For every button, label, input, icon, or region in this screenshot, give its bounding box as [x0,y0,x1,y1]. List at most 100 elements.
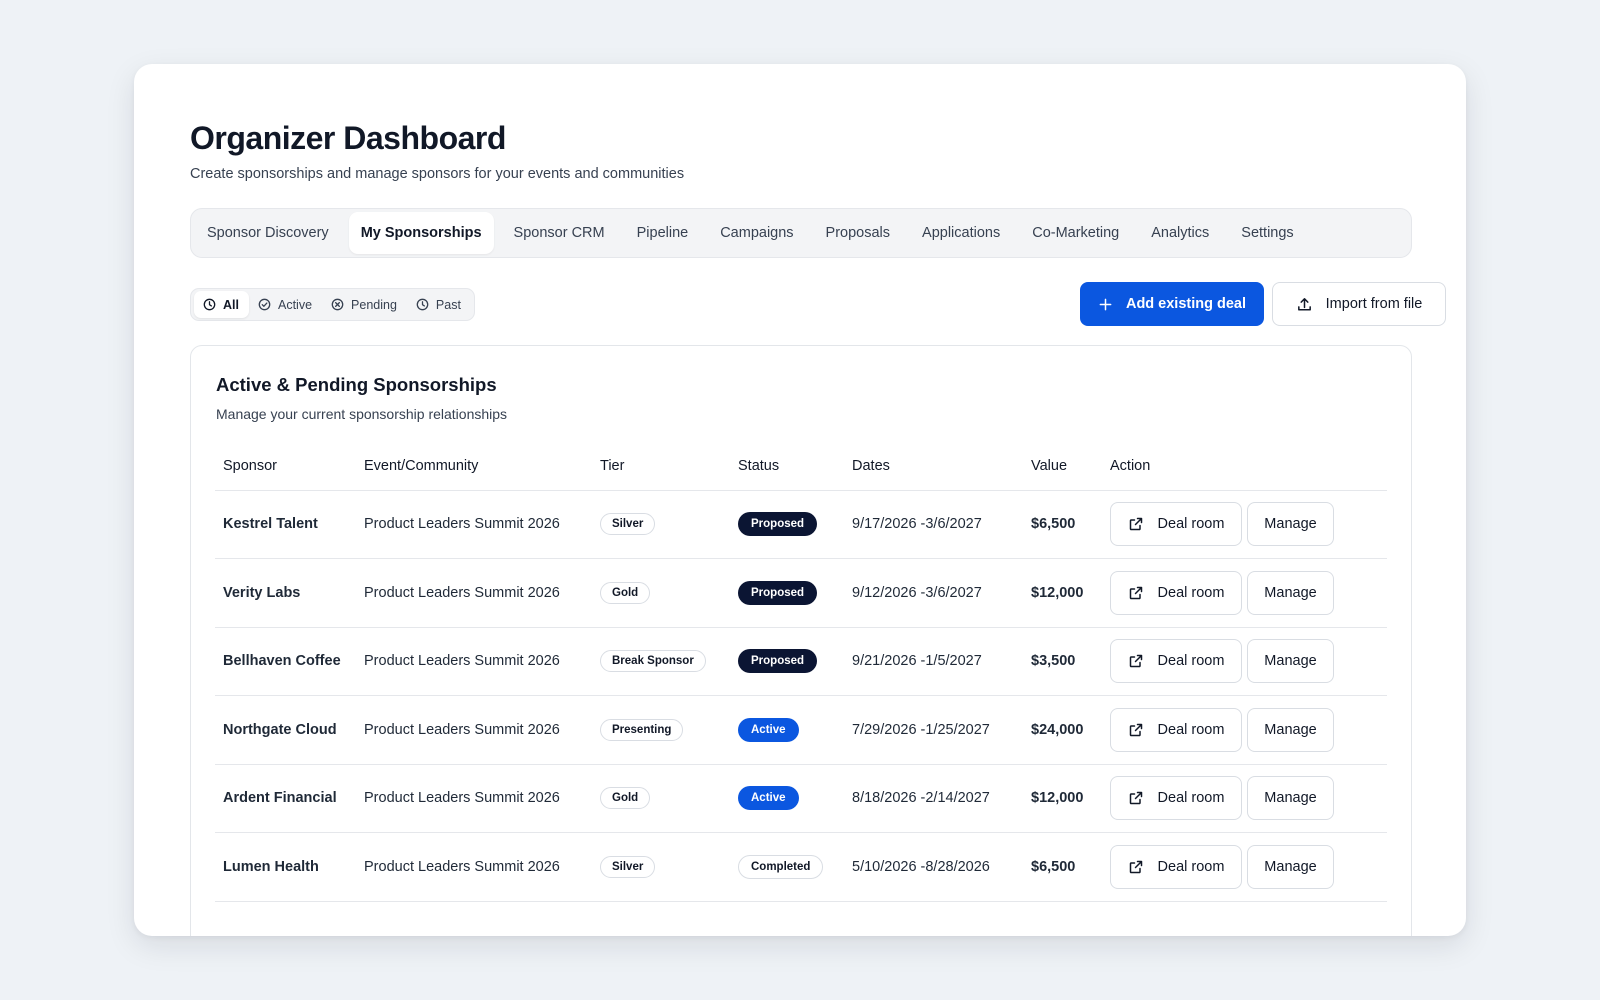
status-badge: Active [738,717,799,742]
column-header-tier: Tier [592,442,730,491]
table-body: Kestrel Talent Product Leaders Summit 202… [215,490,1387,902]
tier-cell: Gold [592,558,730,628]
dates: 5/10/2026 -8/28/2026 [844,832,1023,902]
sponsor-name: Bellhaven Coffee [215,627,356,696]
status-cell: Proposed [730,490,844,559]
tab-sponsor-discovery[interactable]: Sponsor Discovery [195,212,341,254]
manage-label: Manage [1264,858,1317,875]
event-name: Product Leaders Summit 2026 [356,832,592,902]
row-actions: Deal room Manage [1110,707,1387,752]
table-row: Ardent Financial Product Leaders Summit 2… [215,764,1387,833]
deal-value: $24,000 [1023,695,1102,765]
event-name: Product Leaders Summit 2026 [356,764,592,833]
dates: 9/12/2026 -3/6/2027 [844,558,1023,628]
add-existing-deal-button[interactable]: Add existing deal [1080,282,1264,326]
x-circle-icon [331,298,351,311]
filter-all[interactable]: All [194,291,249,318]
sponsorships-panel: Active & Pending Sponsorships Manage you… [190,345,1412,936]
filter-past[interactable]: Past [407,291,471,318]
filter-pending[interactable]: Pending [322,291,407,318]
action-cell: Deal room Manage [1102,627,1387,696]
deal-room-label: Deal room [1157,653,1225,670]
deal-room-label: Deal room [1157,584,1225,601]
external-link-icon [1128,722,1158,738]
row-actions: Deal room Manage [1110,639,1387,684]
column-header-value: Value [1023,442,1102,491]
deal-room-label: Deal room [1157,516,1225,533]
manage-button[interactable]: Manage [1247,502,1334,547]
manage-button[interactable]: Manage [1247,776,1334,821]
import-from-file-button[interactable]: Import from file [1272,282,1446,326]
manage-button[interactable]: Manage [1247,639,1334,684]
dates: 8/18/2026 -2/14/2027 [844,764,1023,833]
external-link-icon [1128,516,1158,532]
tier-badge: Break Sponsor [600,650,706,673]
deal-room-button[interactable]: Deal room [1110,776,1242,821]
dates: 9/21/2026 -1/5/2027 [844,627,1023,696]
tab-sponsor-crm[interactable]: Sponsor CRM [502,212,617,254]
deal-value: $12,000 [1023,764,1102,833]
filter-label: Past [435,297,461,312]
deal-value: $6,500 [1023,490,1102,559]
tier-cell: Gold [592,764,730,833]
manage-button[interactable]: Manage [1247,570,1334,615]
event-name: Product Leaders Summit 2026 [356,627,592,696]
deal-room-button[interactable]: Deal room [1110,639,1242,684]
external-link-icon [1128,653,1158,669]
external-link-icon [1128,790,1158,806]
dates: 7/29/2026 -1/25/2027 [844,695,1023,765]
sponsorships-table: Sponsor Event/Community Tier Status Dates Val… [215,442,1387,902]
deal-room-button[interactable]: Deal room [1110,570,1242,615]
dashboard-card: Organizer Dashboard Create sponsorships … [134,64,1466,936]
status-cell: Completed [730,832,844,902]
deal-room-button[interactable]: Deal room [1110,502,1242,547]
filter-label: Active [277,297,313,312]
tab-settings[interactable]: Settings [1229,212,1305,254]
tier-badge: Gold [600,581,651,604]
deal-room-button[interactable]: Deal room [1110,844,1242,889]
tier-cell: Silver [592,832,730,902]
external-link-icon [1128,859,1158,875]
panel-title: Active & Pending Sponsorships [216,374,497,395]
check-circle-icon [258,298,278,311]
page-subtitle: Create sponsorships and manage sponsors … [190,166,685,182]
status-cell: Proposed [730,627,844,696]
manage-button[interactable]: Manage [1247,844,1334,889]
tab-co-marketing[interactable]: Co-Marketing [1020,212,1131,254]
add-existing-deal-label: Add existing deal [1125,296,1247,312]
action-cell: Deal room Manage [1102,490,1387,559]
filter-active[interactable]: Active [249,291,322,318]
tier-badge: Gold [600,787,651,810]
table-row: Kestrel Talent Product Leaders Summit 202… [215,490,1387,559]
tab-analytics[interactable]: Analytics [1139,212,1221,254]
tab-pipeline[interactable]: Pipeline [625,212,701,254]
tab-my-sponsorships[interactable]: My Sponsorships [348,212,494,254]
status-cell: Proposed [730,558,844,628]
event-name: Product Leaders Summit 2026 [356,490,592,559]
manage-label: Manage [1264,584,1317,601]
tier-badge: Silver [600,513,656,536]
manage-label: Manage [1264,790,1317,807]
tab-bar: Sponsor Discovery My Sponsorships Sponsor … [190,208,1412,258]
tab-campaigns[interactable]: Campaigns [708,212,805,254]
deal-room-button[interactable]: Deal room [1110,707,1242,752]
controls-bar: All Active Pending Past Add existing deal I… [190,282,1446,326]
column-header-event-community: Event/Community [356,442,592,491]
status-badge: Active [738,786,799,811]
deal-room-label: Deal room [1157,858,1225,875]
tab-proposals[interactable]: Proposals [814,212,902,254]
event-name: Product Leaders Summit 2026 [356,558,592,628]
table-row: Verity Labs Product Leaders Summit 2026 Go… [215,558,1387,628]
import-from-file-label: Import from file [1325,296,1423,312]
row-actions: Deal room Manage [1110,776,1387,821]
row-actions: Deal room Manage [1110,502,1387,547]
manage-label: Manage [1264,516,1317,533]
manage-button[interactable]: Manage [1247,707,1334,752]
status-cell: Active [730,695,844,765]
table-row: Lumen Health Product Leaders Summit 2026 S… [215,832,1387,902]
action-cell: Deal room Manage [1102,832,1387,902]
tab-applications[interactable]: Applications [910,212,1012,254]
filter-label: Pending [351,297,397,312]
column-header-action: Action [1102,442,1387,491]
deal-value: $12,000 [1023,558,1102,628]
